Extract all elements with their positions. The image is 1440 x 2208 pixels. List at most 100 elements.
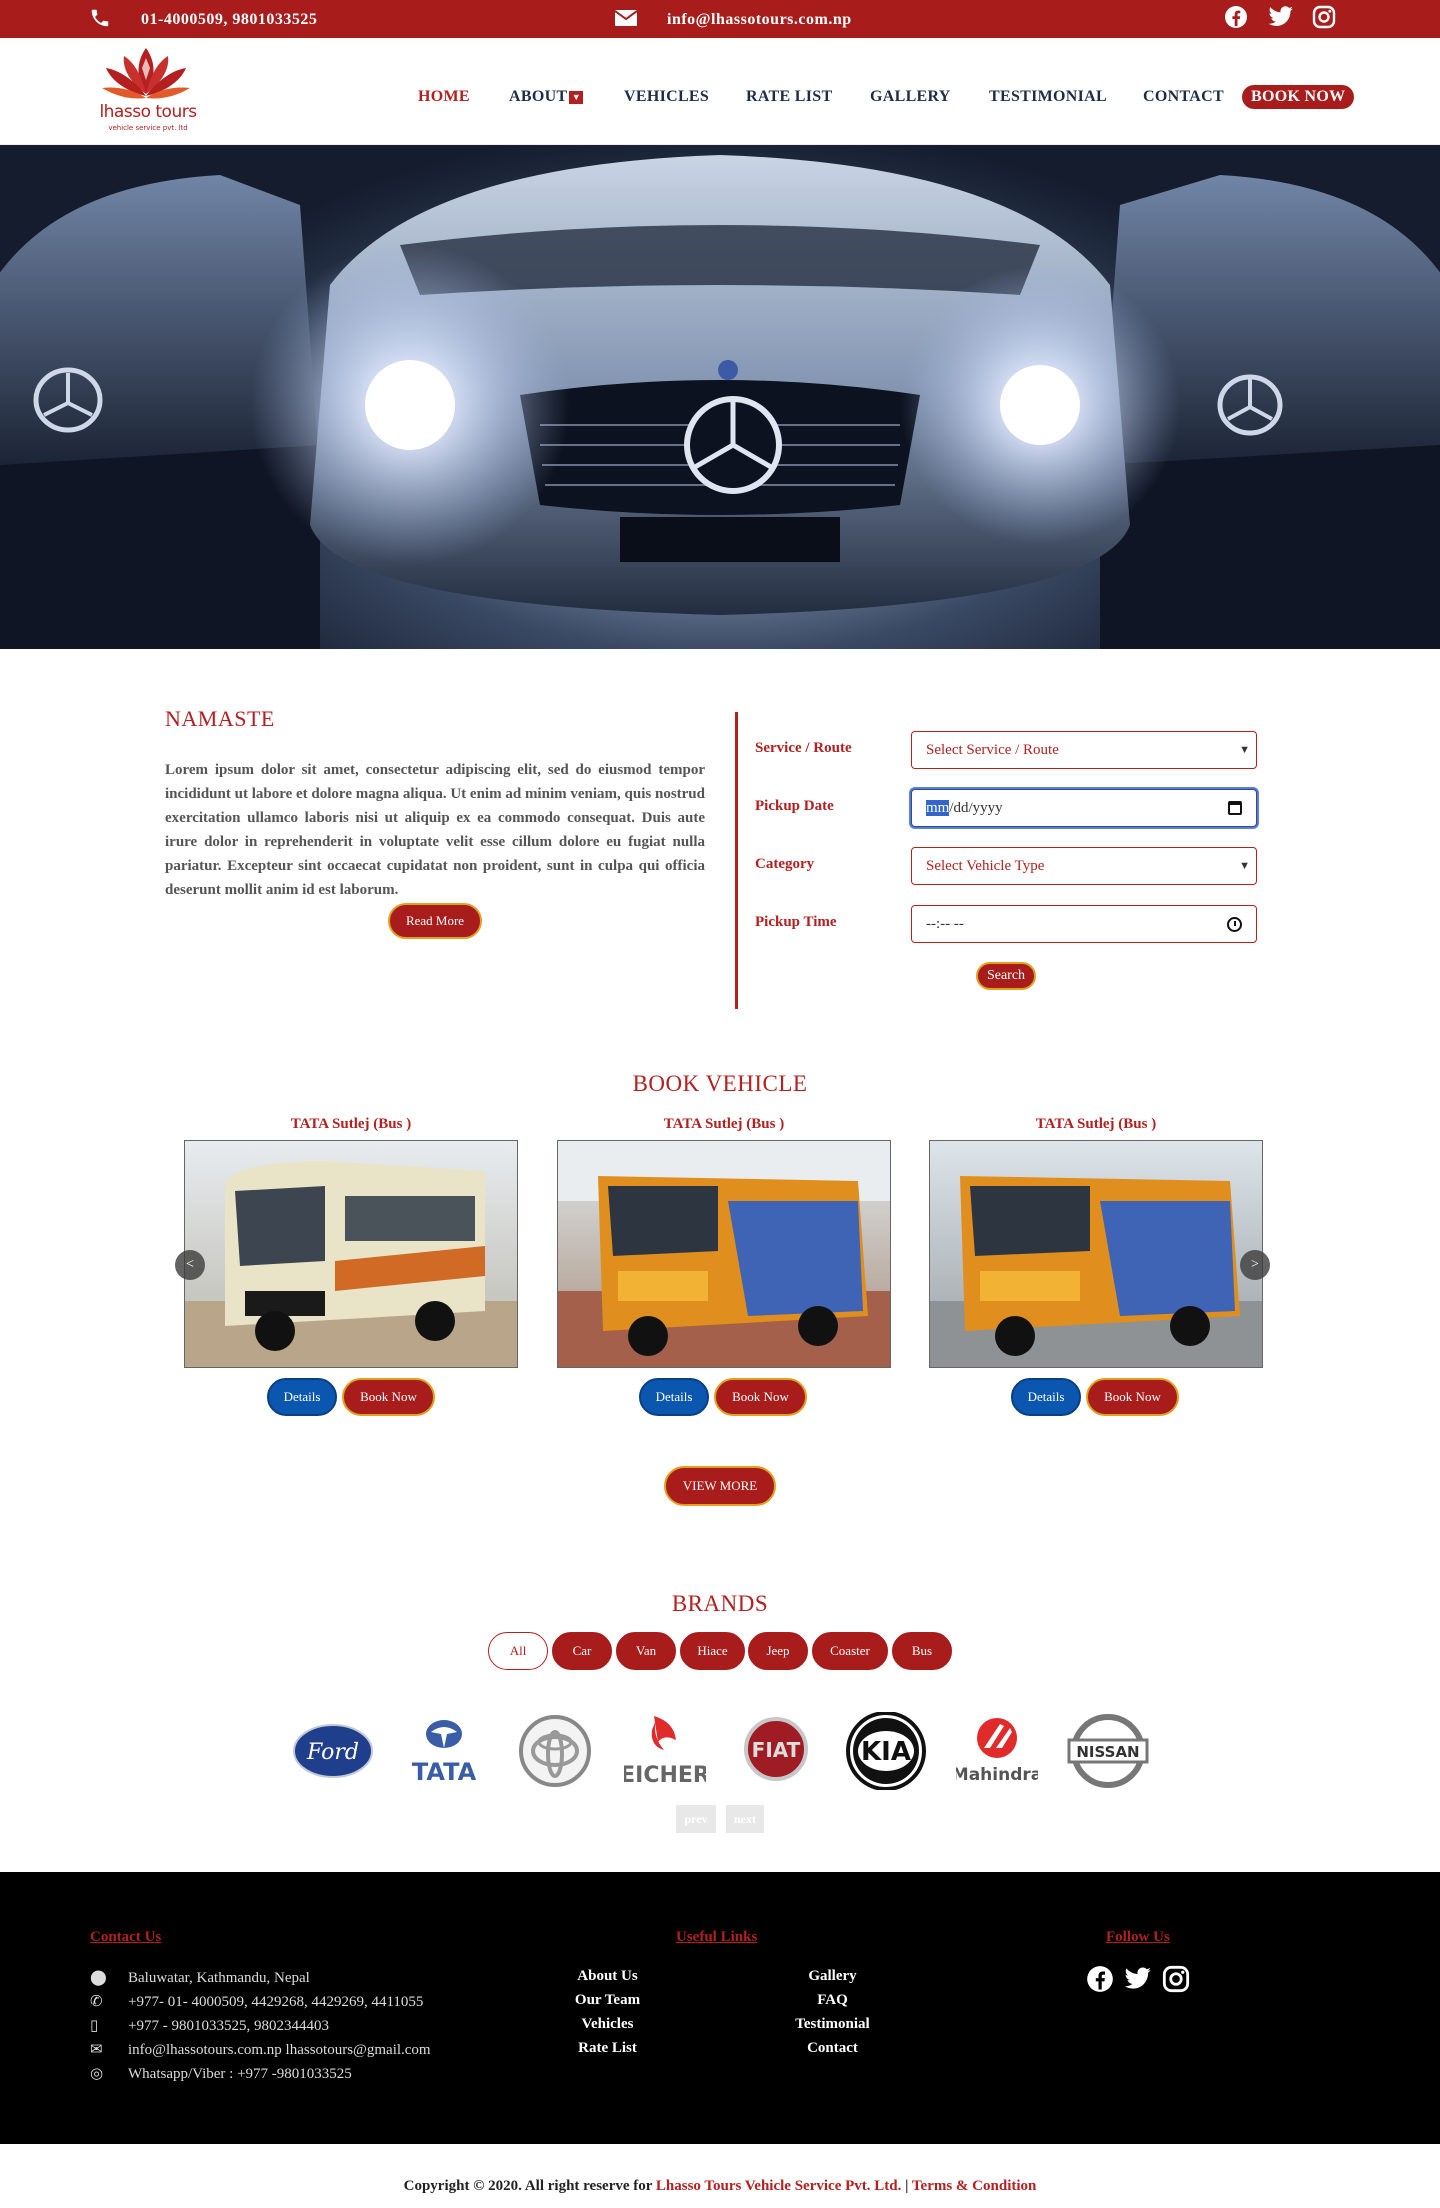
- footer-email-text[interactable]: info@lhassotours.com.np lhassotours@gmai…: [128, 2042, 431, 2058]
- brands-title: BRANDS: [671, 1591, 769, 1616]
- carousel-prev-button[interactable]: <: [175, 1250, 205, 1280]
- footer-whatsapp: ◎ Whatsapp/Viber : +977 -9801033525: [90, 2064, 352, 2083]
- calendar-icon[interactable]: [1228, 801, 1242, 815]
- book-vehicle-title: BOOK VEHICLE: [632, 1071, 808, 1096]
- footer-link-faq[interactable]: FAQ: [770, 1992, 895, 2009]
- filter-coaster[interactable]: Coaster: [812, 1632, 888, 1670]
- fiat-logo[interactable]: FIAT: [735, 1712, 817, 1790]
- footer-address: ⬤ Baluwatar, Kathmandu, Nepal: [90, 1968, 310, 1987]
- envelope-icon: ✉: [90, 2042, 103, 2058]
- time-value: --:-- --: [926, 916, 964, 932]
- category-select[interactable]: Select Vehicle Type ▼: [911, 847, 1257, 885]
- vehicle-card-image[interactable]: [557, 1140, 891, 1368]
- top-bar: 01-4000509, 9801033525 info@lhassotours.…: [0, 0, 1440, 38]
- view-more-button[interactable]: VIEW MORE: [664, 1466, 776, 1506]
- twitter-icon[interactable]: [1268, 6, 1294, 28]
- footer-follow-title: Follow Us: [1106, 1929, 1170, 1945]
- service-label: Service / Route: [755, 740, 852, 756]
- mahindra-logo[interactable]: Mahindra: [956, 1712, 1038, 1790]
- copyright-company-link[interactable]: Lhasso Tours Vehicle Service Pvt. Ltd.: [656, 2178, 901, 2194]
- details-button[interactable]: Details: [267, 1378, 337, 1416]
- nav-home[interactable]: HOME: [418, 88, 470, 106]
- instagram-icon[interactable]: [1162, 1965, 1190, 1993]
- intro-title: NAMASTE: [165, 706, 275, 731]
- vertical-divider: [735, 712, 738, 1009]
- twitter-icon[interactable]: [1124, 1967, 1152, 1991]
- footer-email: ✉ info@lhassotours.com.np lhassotours@gma…: [90, 2040, 431, 2059]
- kia-logo[interactable]: KIA: [845, 1712, 927, 1790]
- footer-link-rate-list[interactable]: Rate List: [545, 2040, 670, 2057]
- clock-icon[interactable]: [1227, 917, 1242, 932]
- top-email[interactable]: info@lhassotours.com.np: [667, 11, 852, 29]
- brands-prev-button[interactable]: prev: [676, 1805, 716, 1833]
- copyright-separator: |: [905, 2178, 909, 2194]
- details-button[interactable]: Details: [1011, 1378, 1081, 1416]
- pickup-time-input[interactable]: --:-- --: [911, 905, 1257, 943]
- filter-bus[interactable]: Bus: [892, 1632, 952, 1670]
- map-pin-icon: ⬤: [90, 1970, 107, 1986]
- chevron-down-icon: ▼: [569, 91, 584, 104]
- site-header: lhasso tours vehicle service pvt. ltd HO…: [0, 38, 1440, 145]
- carousel-next-button[interactable]: >: [1240, 1250, 1270, 1280]
- book-now-button[interactable]: Book Now: [1086, 1378, 1179, 1416]
- phone-icon: [91, 9, 109, 27]
- filter-car[interactable]: Car: [552, 1632, 612, 1670]
- book-now-button[interactable]: Book Now: [714, 1378, 807, 1416]
- footer-mobile-text: +977 - 9801033525, 9802344403: [128, 2018, 329, 2034]
- book-now-button[interactable]: Book Now: [342, 1378, 435, 1416]
- tata-logo[interactable]: TATA: [403, 1712, 485, 1790]
- envelope-icon: [614, 10, 638, 26]
- footer-link-about-us[interactable]: About Us: [545, 1968, 670, 1985]
- footer-contact-title: Contact Us: [90, 1929, 162, 1945]
- bus-photo: [558, 1141, 890, 1367]
- category-select-value: Select Vehicle Type: [926, 858, 1045, 874]
- details-button[interactable]: Details: [639, 1378, 709, 1416]
- facebook-icon[interactable]: [1086, 1965, 1114, 1993]
- vehicle-card-title: TATA Sutlej (Bus ): [290, 1116, 412, 1132]
- viber-icon: ◎: [90, 2066, 104, 2082]
- footer-link-our-team[interactable]: Our Team: [545, 1992, 670, 2009]
- nav-gallery[interactable]: GALLERY: [870, 88, 951, 106]
- brands-next-button[interactable]: next: [726, 1805, 764, 1833]
- terms-link[interactable]: Terms & Condition: [912, 2178, 1036, 2194]
- nav-about[interactable]: ABOUT ▼: [509, 88, 584, 106]
- top-phone: 01-4000509, 9801033525: [141, 11, 318, 28]
- nav-book-now-button[interactable]: BOOK NOW: [1242, 85, 1355, 109]
- footer-phone-text: +977- 01- 4000509, 4429268, 4429269, 441…: [128, 1994, 424, 2010]
- pickup-time-label: Pickup Time: [755, 914, 837, 930]
- instagram-icon[interactable]: [1312, 5, 1336, 29]
- search-button[interactable]: Search: [976, 962, 1036, 990]
- service-select[interactable]: Select Service / Route ▼: [911, 731, 1257, 769]
- filter-all[interactable]: All: [488, 1632, 548, 1670]
- vehicle-card-image[interactable]: [929, 1140, 1263, 1368]
- footer-link-vehicles[interactable]: Vehicles: [545, 2016, 670, 2033]
- site-logo[interactable]: lhasso tours vehicle service pvt. ltd: [88, 44, 204, 140]
- filter-hiace[interactable]: Hiace: [680, 1632, 745, 1670]
- logo-tagline: vehicle service pvt. ltd: [108, 124, 188, 132]
- filter-van[interactable]: Van: [616, 1632, 676, 1670]
- pickup-date-input[interactable]: mm/dd/yyyy: [911, 789, 1257, 827]
- ford-logo[interactable]: Ford: [292, 1712, 374, 1790]
- kia-logo-text: KIA: [861, 1737, 911, 1767]
- nav-vehicles[interactable]: VEHICLES: [624, 88, 709, 106]
- vehicle-card-title: TATA Sutlej (Bus ): [663, 1116, 785, 1132]
- nav-contact[interactable]: CONTACT: [1143, 88, 1224, 106]
- footer-link-contact[interactable]: Contact: [770, 2040, 895, 2057]
- footer-whatsapp-text: Whatsapp/Viber : +977 -9801033525: [128, 2066, 352, 2082]
- filter-jeep[interactable]: Jeep: [748, 1632, 808, 1670]
- nav-testimonial[interactable]: TESTIMONIAL: [989, 88, 1107, 106]
- site-footer: Contact Us ⬤ Baluwatar, Kathmandu, Nepal …: [0, 1872, 1440, 2144]
- vehicle-card-image[interactable]: [184, 1140, 518, 1368]
- service-select-value: Select Service / Route: [926, 742, 1059, 758]
- toyota-logo[interactable]: [514, 1712, 596, 1790]
- nissan-logo[interactable]: NISSAN: [1067, 1712, 1149, 1790]
- bus-photo: [930, 1176, 1262, 1367]
- footer-link-testimonial[interactable]: Testimonial: [770, 2016, 895, 2033]
- footer-mobile: ▯ +977 - 9801033525, 9802344403: [90, 2016, 329, 2035]
- facebook-icon[interactable]: [1224, 5, 1248, 29]
- hero-car-image: [0, 155, 1440, 649]
- footer-link-gallery[interactable]: Gallery: [770, 1968, 895, 1985]
- eicher-logo[interactable]: EICHER: [624, 1712, 706, 1790]
- read-more-button[interactable]: Read More: [388, 903, 482, 939]
- nav-rate-list[interactable]: RATE LIST: [746, 88, 832, 106]
